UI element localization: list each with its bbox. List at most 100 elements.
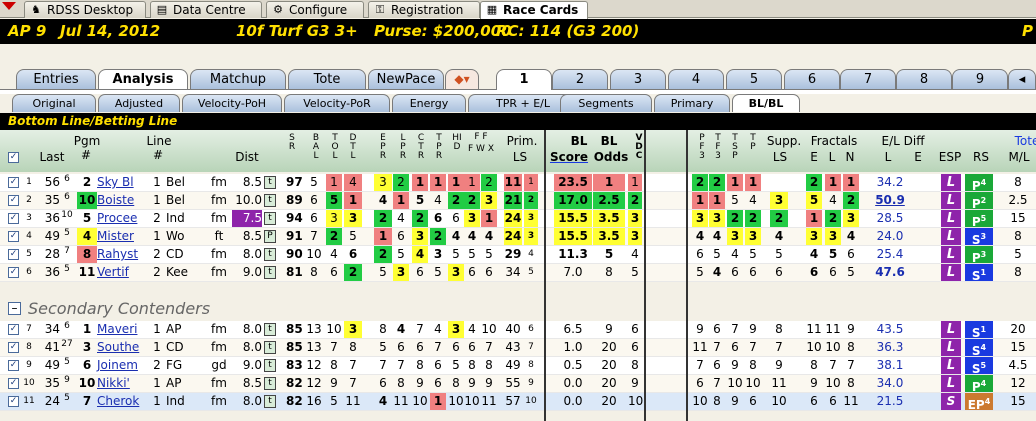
horse-link[interactable]: Procee xyxy=(97,210,141,227)
tab-registration[interactable]: ⚿ Registration xyxy=(368,1,480,18)
surface-type-badge: t xyxy=(264,341,276,354)
col-lpr: LPR xyxy=(399,133,407,161)
cell-odds: 20 xyxy=(601,376,617,390)
collapse-toggle-icon[interactable]: – xyxy=(8,302,21,315)
morning-line: 15 xyxy=(1010,394,1026,408)
horse-link[interactable]: Southe xyxy=(97,339,141,356)
horse-link[interactable]: Mister xyxy=(97,228,141,245)
row-checkbox[interactable]: ✓ xyxy=(8,177,19,188)
cell-dtl: 4 xyxy=(344,174,362,191)
cell-prim: 34 xyxy=(505,265,521,279)
row-checkbox[interactable]: ✓ xyxy=(8,267,19,278)
row-checkbox[interactable]: ✓ xyxy=(8,231,19,242)
cell-sr: 94 xyxy=(286,211,303,225)
el-diff-value: 36.3 xyxy=(876,340,904,354)
el-diff-value: 34.2 xyxy=(876,175,904,189)
subtab-velocity-poh[interactable]: Velocity-PoH xyxy=(182,94,282,112)
column-separator xyxy=(686,130,688,421)
program-number: 8 xyxy=(77,246,97,263)
subtab-primary[interactable]: Primary xyxy=(654,94,730,112)
row-checkbox[interactable]: ✓ xyxy=(8,342,19,353)
horse-link[interactable]: Rahyst xyxy=(97,246,141,263)
row-checkbox[interactable]: ✓ xyxy=(8,360,19,371)
column-header: ✓ Last Pgm # Line # Dist SR BAL TOL DTL … xyxy=(0,130,1036,172)
subtab-original[interactable]: Original xyxy=(12,94,96,112)
col-score[interactable]: Score xyxy=(548,150,590,164)
row-checkbox[interactable]: ✓ xyxy=(8,324,19,335)
esp-badge: L xyxy=(941,375,961,392)
race-tab-1[interactable]: 1 xyxy=(496,69,552,90)
cell-sr: 85 xyxy=(286,322,303,336)
horse-link[interactable]: Cherok xyxy=(97,393,141,410)
table-row[interactable]: ✓ 1 56 6 2 Sky Bl 1 Bel fm 8.5 t 97 5 1 4 3 2 1 1 1 1 2 11 1 23.… xyxy=(0,174,1036,193)
row-checkbox[interactable]: ✓ xyxy=(8,213,19,224)
tab-analysis[interactable]: Analysis xyxy=(98,69,188,90)
row-checkbox[interactable]: ✓ xyxy=(8,396,19,407)
col-dtl: DTL xyxy=(349,133,357,161)
column-separator xyxy=(644,130,646,421)
race-tab-2[interactable]: 2 xyxy=(552,69,608,89)
table-row[interactable]: ✓ 10 35 9 10 Nikki' 1 AP fm 8.5 t 82 12 9 7 6 8 9 6 8 9 9 55 9 0… xyxy=(0,375,1036,394)
horse-link[interactable]: Sky Bl xyxy=(97,174,141,191)
collapse-arrow-icon[interactable] xyxy=(2,2,16,10)
table-row[interactable]: ✓ 6 36 5 11 Vertif 2 Kee fm 9.0 t 81 8 6 2 5 3 6 5 3 6 6 34 5 7.… xyxy=(0,264,1036,283)
tab-entries[interactable]: Entries xyxy=(16,69,96,89)
track: Bel xyxy=(166,193,185,207)
table-row[interactable]: ✓ 11 24 5 7 Cherok 1 Ind fm 8.0 t 82 16 5 11 4 11 10 1 10 10… xyxy=(0,393,1036,412)
subtab-energy[interactable]: Energy xyxy=(392,94,466,112)
cell-hid: 1 xyxy=(448,174,464,191)
col-tote[interactable]: Tote xyxy=(1012,134,1036,148)
table-row[interactable]: ✓ 5 28 7 8 Rahyst 2 CD fm 8.0 t 90 10 4 6 2 5 4 3 5 5 5 29 4 11.… xyxy=(0,246,1036,265)
tab-newpace[interactable]: NewPace xyxy=(368,69,444,89)
subtab-bl-bl[interactable]: BL/BL xyxy=(732,94,800,112)
horse-link[interactable]: Nikki' xyxy=(97,375,141,392)
tab-matchup[interactable]: Matchup xyxy=(190,69,286,89)
col-dist: Dist xyxy=(235,150,259,164)
cell-tpr: 5 xyxy=(434,265,442,279)
col-frac-l: L xyxy=(828,150,836,164)
table-row[interactable]: ✓ 9 49 5 6 Joinem 2 FG gd 9.0 t 83 12 8 7 7 7 8 6 5 8 8 49 8 0.5… xyxy=(0,357,1036,376)
table-row[interactable]: ✓ 8 41 27 3 Southe 1 CD fm 8.0 t 85 13 7 8 5 6 6 7 6 6 7 43 7 1.… xyxy=(0,339,1036,358)
tab-configure[interactable]: ⚙ Configure xyxy=(266,1,364,18)
diamond-dropdown-icon[interactable]: ◆▾ xyxy=(445,69,479,89)
subtab-segments[interactable]: Segments xyxy=(560,94,652,112)
tab-scroll-arrow-icon[interactable]: ◂ xyxy=(1008,69,1036,89)
race-tab-4[interactable]: 4 xyxy=(668,69,724,89)
horse-link[interactable]: Maveri xyxy=(97,321,141,338)
table-row[interactable]: ✓ 7 34 6 1 Maveri 1 AP fm 8.0 t 85 13 10 3 8 4 7 4 3 4 10 40 6 6… xyxy=(0,321,1036,340)
surface-type-badge: P xyxy=(264,230,276,243)
row-checkbox[interactable]: ✓ xyxy=(8,195,19,206)
table-row[interactable]: ✓ 3 36 10 5 Procee 2 Ind fm 7.5 t 94 6 3 3 2 4 2 6 6 3 1 24 3 15… xyxy=(0,210,1036,229)
tab-data-centre[interactable]: ▤ Data Centre xyxy=(150,1,262,18)
select-all-checkbox[interactable]: ✓ xyxy=(8,152,19,163)
cell-bal: 6 xyxy=(310,193,318,207)
last-value: 49 xyxy=(44,229,60,243)
tab-tote[interactable]: Tote xyxy=(288,69,366,89)
subtab-adjusted[interactable]: Adjusted xyxy=(98,94,180,112)
race-tab-9[interactable]: 9 xyxy=(952,69,1008,89)
horse-link[interactable]: Vertif xyxy=(97,264,141,281)
table-row[interactable]: ✓ 2 35 6 10 Boiste 1 Bel fm 10.0 t 89 6 5 1 4 1 5 4 2 2 3 21 2 1… xyxy=(0,192,1036,211)
tab-rdss-desktop[interactable]: ♞ RDSS Desktop xyxy=(24,1,146,18)
race-tab-8[interactable]: 8 xyxy=(896,69,952,89)
row-checkbox[interactable]: ✓ xyxy=(8,378,19,389)
cell-tpr: 4 xyxy=(434,322,442,336)
race-tab-6[interactable]: 6 xyxy=(784,69,840,89)
row-checkbox[interactable]: ✓ xyxy=(8,249,19,260)
horse-link[interactable]: Boiste xyxy=(97,192,141,209)
tab-race-cards[interactable]: ▦ Race Cards xyxy=(480,1,588,19)
cell-fl: 1 xyxy=(825,174,841,191)
distance: 8.0 xyxy=(242,322,262,336)
table-row[interactable]: ✓ 4 49 5 4 Mister 1 Wo ft 8.5 P 91 7 2 5 1 6 3 2 4 4 4 24 3 15.5… xyxy=(0,228,1036,247)
race-tab-3[interactable]: 3 xyxy=(610,69,666,89)
cell-fn: 8 xyxy=(847,340,855,354)
col-prim: Prim. xyxy=(506,134,538,148)
horse-link[interactable]: Joinem xyxy=(97,357,141,374)
race-tab-5[interactable]: 5 xyxy=(726,69,782,89)
cell-ls: 9 xyxy=(528,378,534,388)
subtab-velocity-por[interactable]: Velocity-PoR xyxy=(284,94,390,112)
last-value: 49 xyxy=(44,358,60,372)
last-value: 41 xyxy=(44,340,60,354)
cell-ts: 7 xyxy=(731,322,739,336)
race-tab-7[interactable]: 7 xyxy=(840,69,896,89)
